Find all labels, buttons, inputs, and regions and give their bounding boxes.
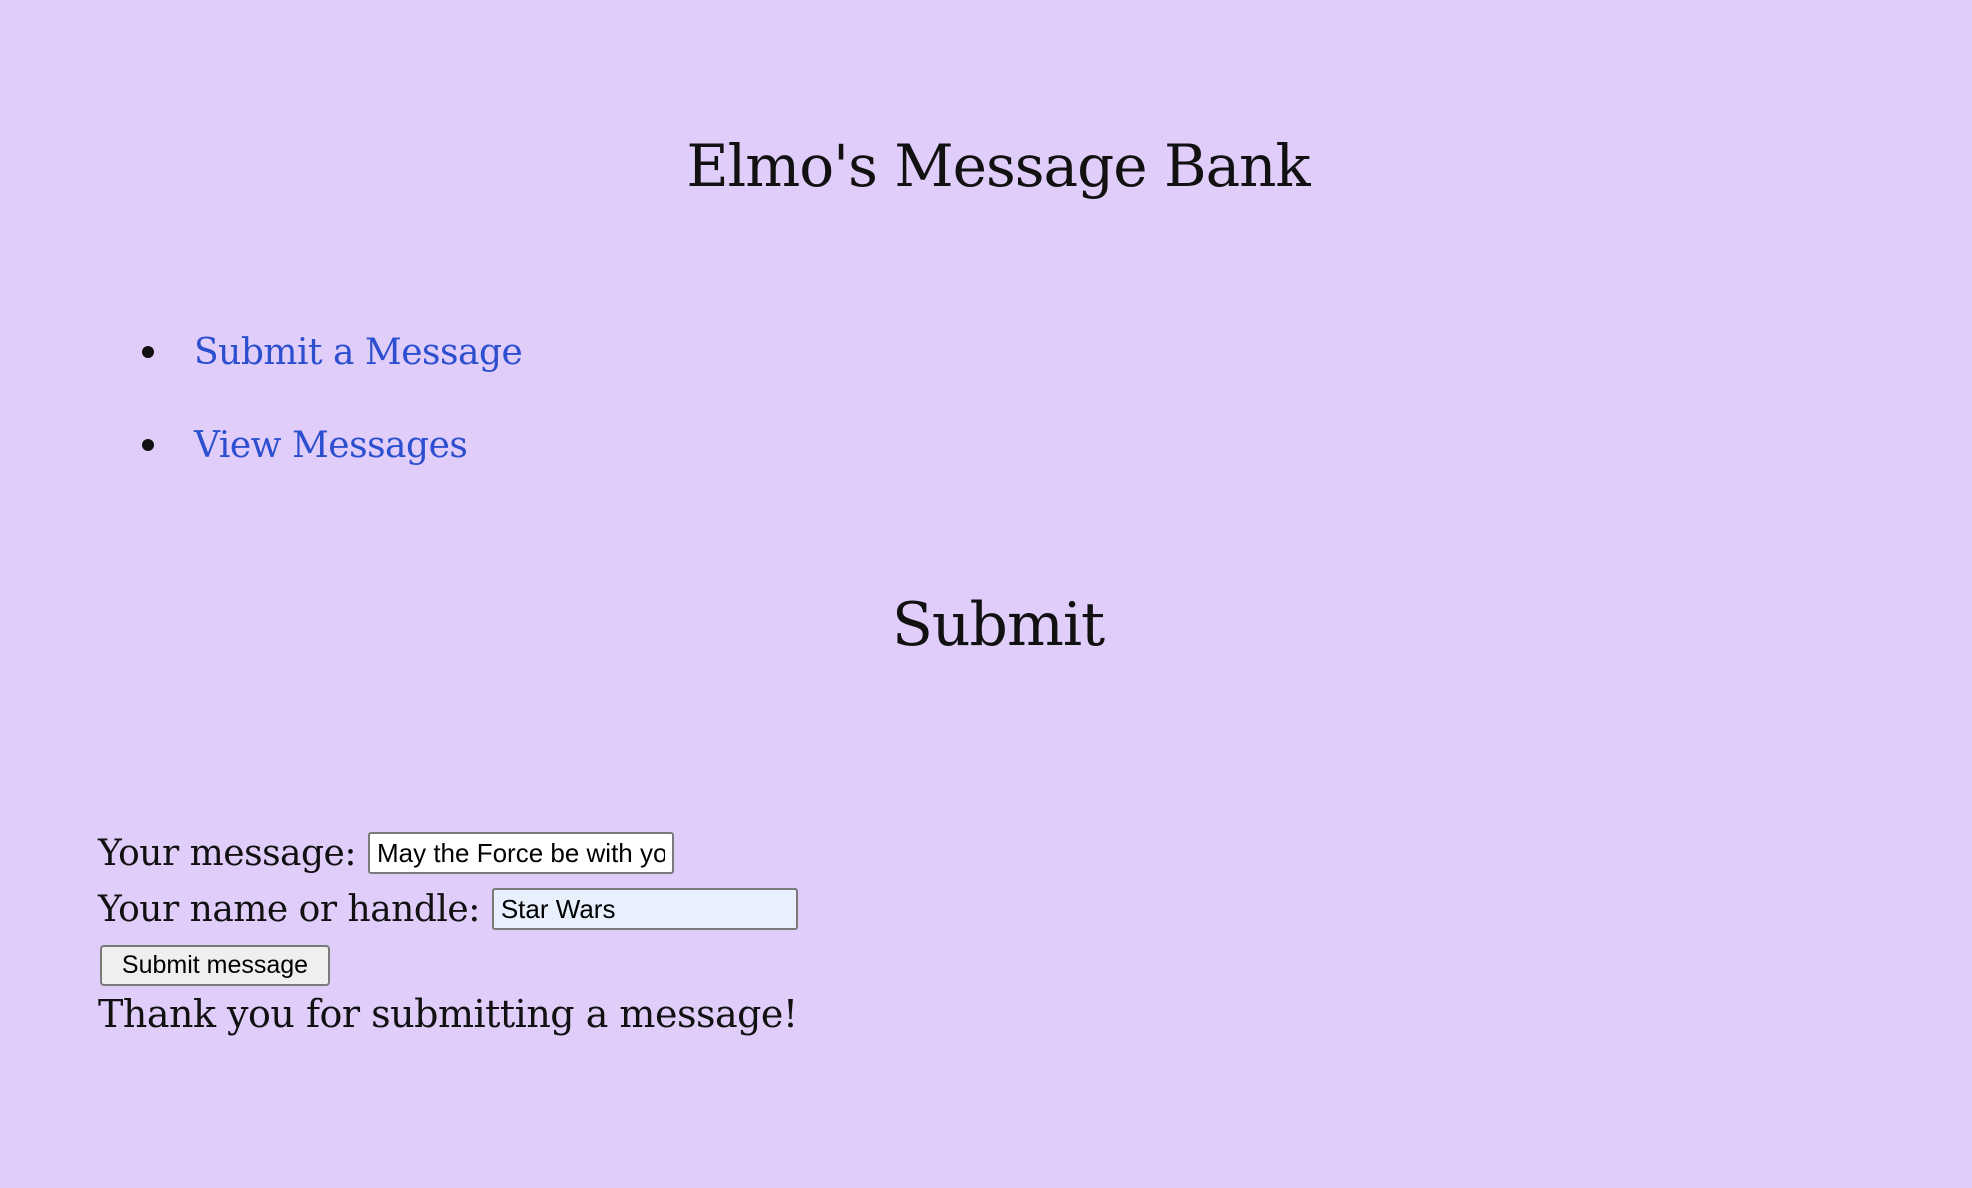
name-input[interactable] — [491, 888, 798, 930]
page-title: Elmo's Message Bank — [686, 132, 1310, 200]
message-input[interactable] — [367, 832, 674, 874]
nav-item-view-messages: View Messages — [142, 415, 468, 475]
section-heading: Submit — [891, 590, 1105, 660]
submit-message-button[interactable]: Submit message — [100, 945, 330, 986]
view-messages-link[interactable]: View Messages — [194, 425, 468, 466]
bullet-icon — [142, 346, 154, 358]
message-row: Your message: — [98, 831, 674, 875]
bullet-icon — [142, 439, 154, 451]
confirmation-message: Thank you for submitting a message! — [98, 992, 798, 1036]
name-label: Your name or handle: — [98, 888, 480, 930]
message-label: Your message: — [98, 832, 356, 874]
nav-item-submit-message: Submit a Message — [142, 322, 523, 382]
name-row: Your name or handle: — [98, 887, 798, 931]
submit-message-link[interactable]: Submit a Message — [194, 332, 523, 373]
